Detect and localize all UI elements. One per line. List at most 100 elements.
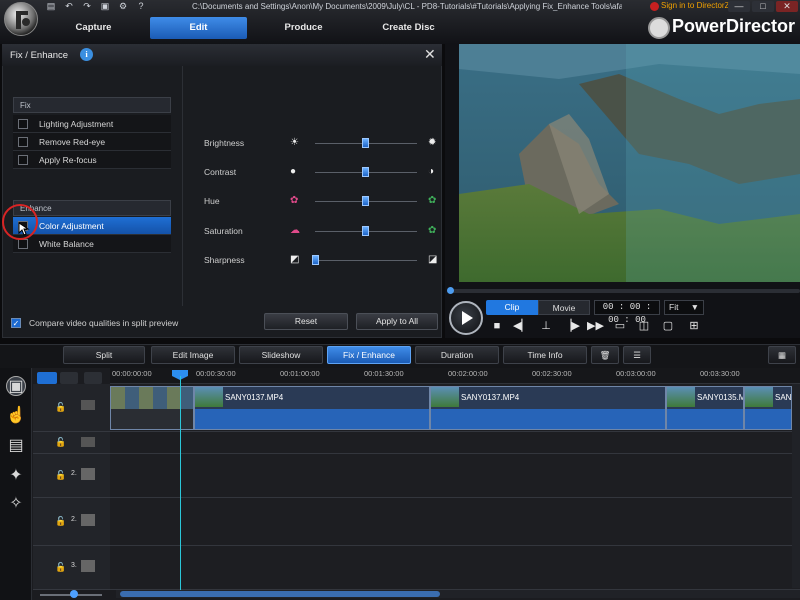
movie-mode-button[interactable]: Movie bbox=[538, 300, 590, 315]
pip-track-2[interactable] bbox=[110, 498, 800, 546]
zoom-slider-knob[interactable] bbox=[70, 590, 78, 598]
vertical-scrollbar[interactable] bbox=[792, 384, 800, 588]
help-icon[interactable]: ? bbox=[134, 2, 148, 11]
app-logo-icon[interactable] bbox=[4, 2, 38, 36]
ruler-tick-label: 00:01:00:00 bbox=[280, 369, 320, 378]
fix-group-header: Fix bbox=[13, 97, 171, 113]
fix-item-remove-red-eye[interactable]: Remove Red-eye bbox=[13, 133, 171, 151]
pip-track-header-1: 🔓 2. bbox=[33, 454, 110, 498]
effect-room-icon[interactable]: ☝ bbox=[6, 406, 26, 426]
ruler-tick-label: 00:00:00:00 bbox=[112, 369, 152, 378]
storyboard-icon[interactable]: ▦ bbox=[768, 346, 796, 364]
slider-thumb-saturation[interactable] bbox=[362, 226, 369, 236]
slideshow-button[interactable]: Slideshow bbox=[239, 346, 323, 364]
volume-icon[interactable]: ◫ bbox=[636, 320, 652, 333]
reset-button[interactable]: Reset bbox=[264, 313, 348, 330]
video-clip-4[interactable]: SANY bbox=[744, 386, 792, 430]
redo-icon[interactable]: ↷ bbox=[80, 2, 94, 11]
checkbox[interactable] bbox=[18, 239, 28, 249]
timeline-view-icon[interactable] bbox=[37, 372, 57, 384]
video-clip-2[interactable]: SANY0137.MP4 bbox=[430, 386, 666, 430]
maximize-button[interactable]: □ bbox=[752, 1, 774, 12]
save-icon[interactable]: ▣ bbox=[98, 2, 112, 11]
fast-forward-icon[interactable]: ▶▶ bbox=[587, 320, 604, 333]
time-info-button[interactable]: Time Info bbox=[503, 346, 587, 364]
timecode-display[interactable]: 00 : 00 : 00 : 00 bbox=[594, 300, 660, 325]
video-clip-3[interactable]: SANY0135.M bbox=[666, 386, 744, 430]
next-frame-icon[interactable]: ▕▶ bbox=[563, 320, 580, 333]
tab-capture[interactable]: Capture bbox=[45, 17, 142, 39]
checkbox[interactable] bbox=[18, 137, 28, 147]
snapshot-icon[interactable]: ▭ bbox=[612, 320, 628, 333]
compare-label: Compare video qualities in split preview bbox=[29, 318, 179, 328]
particle-room-icon[interactable]: ✦ bbox=[6, 466, 26, 486]
slider-thumb-hue[interactable] bbox=[362, 196, 369, 206]
trash-icon[interactable]: 🗑 bbox=[591, 346, 619, 364]
ruler-tick-label: 00:03:00:00 bbox=[616, 369, 656, 378]
list-icon[interactable]: ☰ bbox=[623, 346, 651, 364]
zoom-fit-dropdown[interactable]: Fit ▼ bbox=[664, 300, 704, 315]
playhead[interactable] bbox=[180, 376, 181, 590]
video-clip-1[interactable]: SANY0137.MP4 bbox=[194, 386, 430, 430]
video-preview[interactable] bbox=[459, 44, 800, 282]
display-settings-icon[interactable]: ⊞ bbox=[686, 320, 702, 333]
undo-icon[interactable]: ↶ bbox=[62, 2, 76, 11]
slider-track-sharpness[interactable] bbox=[315, 260, 417, 261]
checkbox[interactable] bbox=[18, 155, 28, 165]
slider-label-saturation: Saturation bbox=[204, 226, 243, 236]
folder-icon[interactable]: ▤ bbox=[44, 2, 58, 11]
settings-icon[interactable]: ⚙ bbox=[116, 2, 130, 11]
horizontal-scrollbar-thumb[interactable] bbox=[120, 591, 440, 597]
lock-icon[interactable]: 🔓 bbox=[55, 562, 66, 573]
storyboard-view-icon[interactable] bbox=[60, 372, 78, 384]
ruler-tick-label: 00:00:30:00 bbox=[196, 369, 236, 378]
fix-item-apply-re-focus[interactable]: Apply Re-focus bbox=[13, 151, 171, 169]
lock-icon[interactable]: 🔓 bbox=[55, 402, 66, 413]
slider-thumb-brightness[interactable] bbox=[362, 138, 369, 148]
contrast-half-icon: ◑ bbox=[428, 166, 435, 177]
pip-room-icon[interactable]: ▤ bbox=[6, 436, 26, 456]
pip-track-1[interactable] bbox=[110, 454, 800, 498]
effect-track[interactable] bbox=[110, 432, 800, 454]
photo-clips-group[interactable] bbox=[110, 386, 194, 430]
fix-enhance-button[interactable]: Fix / Enhance bbox=[327, 346, 411, 364]
enhance-item-label: Color Adjustment bbox=[39, 221, 104, 231]
clip-mode-button[interactable]: Clip bbox=[486, 300, 538, 315]
video-track-icon bbox=[81, 400, 95, 410]
apply-to-all-button[interactable]: Apply to All bbox=[356, 313, 438, 330]
preview-scrubber[interactable] bbox=[447, 289, 800, 293]
stop-icon[interactable]: ■ bbox=[489, 320, 505, 333]
previous-frame-icon[interactable]: ◀▏ bbox=[513, 320, 530, 333]
lock-icon[interactable]: 🔓 bbox=[55, 516, 66, 527]
lock-icon[interactable]: 🔓 bbox=[55, 437, 66, 448]
enhance-item-white-balance[interactable]: White Balance bbox=[13, 235, 171, 253]
duration-button[interactable]: Duration bbox=[415, 346, 499, 364]
info-icon[interactable]: i bbox=[80, 48, 93, 61]
minimize-button[interactable]: — bbox=[728, 1, 750, 12]
tab-produce[interactable]: Produce bbox=[255, 17, 352, 39]
checkbox[interactable] bbox=[18, 119, 28, 129]
media-room-icon[interactable]: ▣ bbox=[6, 376, 26, 396]
track-manager-icon[interactable] bbox=[84, 372, 102, 384]
pip-track-3[interactable] bbox=[110, 546, 800, 590]
tab-edit[interactable]: Edit bbox=[150, 17, 247, 39]
split-button[interactable]: Split bbox=[63, 346, 145, 364]
edit-image-button[interactable]: Edit Image bbox=[151, 346, 235, 364]
compare-checkbox[interactable]: ✓ bbox=[11, 318, 21, 328]
play-button[interactable] bbox=[449, 301, 483, 335]
zoom-fit-value: Fit bbox=[669, 302, 679, 312]
slider-thumb-contrast[interactable] bbox=[362, 167, 369, 177]
close-icon[interactable]: ✕ bbox=[424, 46, 436, 63]
dvd-icon[interactable]: ▢ bbox=[660, 320, 676, 333]
mark-icon[interactable]: ⊥ bbox=[538, 320, 554, 333]
brand-title: PowerDirector bbox=[672, 16, 796, 36]
lock-icon[interactable]: 🔓 bbox=[55, 470, 66, 481]
tab-create-disc[interactable]: Create Disc bbox=[360, 17, 457, 39]
slider-label-hue: Hue bbox=[204, 196, 220, 206]
enhance-item-label: White Balance bbox=[39, 239, 94, 249]
fix-item-lighting-adjustment[interactable]: Lighting Adjustment bbox=[13, 115, 171, 133]
slider-thumb-sharpness[interactable] bbox=[312, 255, 319, 265]
scrubber-knob[interactable] bbox=[447, 287, 454, 294]
close-window-button[interactable]: ✕ bbox=[776, 1, 798, 12]
title-room-icon[interactable]: ✧ bbox=[6, 494, 26, 514]
